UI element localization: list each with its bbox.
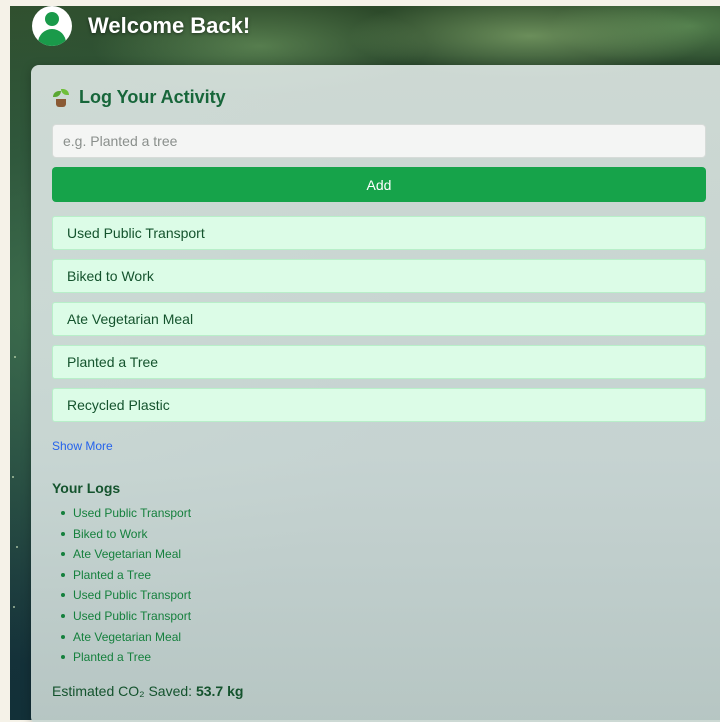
- preset-activity-list: Used Public Transport Biked to Work Ate …: [52, 216, 706, 431]
- background-speck: [12, 476, 14, 478]
- app-header: Welcome Back!: [32, 6, 250, 46]
- seedling-icon: [53, 88, 69, 107]
- log-item: Planted a Tree: [52, 565, 191, 586]
- card-title: Log Your Activity: [53, 87, 226, 108]
- card-title-label: Log Your Activity: [79, 87, 226, 107]
- logs-heading: Your Logs: [52, 480, 121, 496]
- avatar-head: [45, 12, 59, 26]
- welcome-title: Welcome Back!: [88, 13, 251, 38]
- background-speck: [13, 606, 15, 608]
- background-speck: [14, 356, 16, 358]
- log-item: Ate Vegetarian Meal: [52, 544, 191, 565]
- preset-activity-button[interactable]: Biked to Work: [52, 259, 706, 293]
- activity-card: Log Your Activity Add Used Public Transp…: [31, 65, 720, 722]
- co2-summary: Estimated CO₂ Saved: 53.7 kg: [52, 683, 243, 699]
- preset-activity-button[interactable]: Used Public Transport: [52, 216, 706, 250]
- log-item: Planted a Tree: [52, 647, 191, 668]
- activity-input[interactable]: [52, 124, 706, 158]
- co2-label: Estimated CO₂ Saved:: [52, 683, 193, 699]
- user-avatar-icon[interactable]: [32, 6, 72, 46]
- avatar-body: [38, 29, 66, 46]
- preset-activity-button[interactable]: Ate Vegetarian Meal: [52, 302, 706, 336]
- log-item: Ate Vegetarian Meal: [52, 627, 191, 648]
- show-more-link[interactable]: Show More: [52, 439, 113, 453]
- preset-activity-button[interactable]: Planted a Tree: [52, 345, 706, 379]
- logs-list: Used Public Transport Biked to Work Ate …: [52, 503, 191, 668]
- log-item: Used Public Transport: [52, 585, 191, 606]
- log-item: Used Public Transport: [52, 503, 191, 524]
- log-item: Used Public Transport: [52, 606, 191, 627]
- log-item: Biked to Work: [52, 524, 191, 545]
- background-speck: [16, 546, 18, 548]
- co2-value: 53.7 kg: [195, 683, 244, 699]
- preset-activity-button[interactable]: Recycled Plastic: [52, 388, 706, 422]
- add-button[interactable]: Add: [52, 167, 706, 202]
